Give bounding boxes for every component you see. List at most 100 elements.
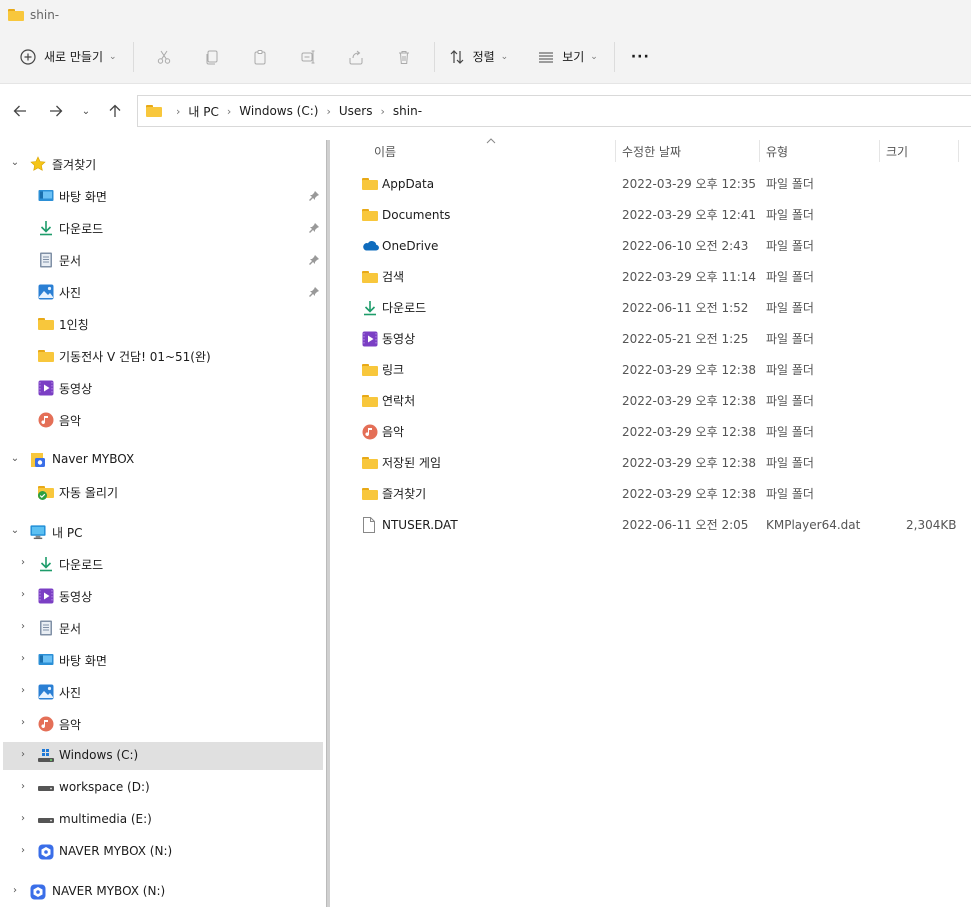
- sidebar-item-1inching[interactable]: 1인칭: [0, 310, 323, 338]
- delete-button[interactable]: [380, 41, 428, 73]
- table-row[interactable]: 연락처 2022-03-29 오후 12:38 파일 폴더: [340, 385, 971, 416]
- breadcrumb-shin[interactable]: shin-: [393, 104, 422, 118]
- sidebar-item-pc-videos[interactable]: › 동영상: [0, 582, 323, 610]
- chevron-right-icon[interactable]: ›: [16, 557, 30, 568]
- table-row[interactable]: Documents 2022-03-29 오후 12:41 파일 폴더: [340, 199, 971, 230]
- view-button[interactable]: 보기 ⌄: [530, 41, 606, 73]
- file-type: 파일 폴더: [766, 208, 814, 222]
- table-row[interactable]: 링크 2022-03-29 오후 12:38 파일 폴더: [340, 354, 971, 385]
- chevron-right-icon[interactable]: ›: [16, 845, 30, 856]
- chevron-down-icon[interactable]: ⌄: [8, 453, 22, 464]
- column-header-label: 이름: [374, 144, 397, 159]
- file-type: 파일 폴더: [766, 177, 814, 191]
- sidebar-item-workspace-d[interactable]: › workspace (D:): [0, 774, 323, 802]
- column-divider[interactable]: [759, 140, 760, 162]
- sidebar-item-auto-upload[interactable]: 자동 올리기: [0, 478, 323, 506]
- sidebar-item-quick-access[interactable]: ⌄ 즐겨찾기: [0, 150, 323, 178]
- new-button[interactable]: 새로 만들기 ⌄: [12, 41, 125, 73]
- chevron-right-icon[interactable]: ›: [16, 653, 30, 664]
- sidebar-item-documents[interactable]: 문서: [0, 246, 323, 274]
- folder-icon: [38, 316, 54, 332]
- sidebar-item-pc-music[interactable]: › 음악: [0, 710, 323, 738]
- sidebar-item-music[interactable]: 음악: [0, 406, 323, 434]
- sidebar-item-gundam[interactable]: 기동전사 V 건담! 01~51(완): [0, 342, 323, 370]
- chevron-right-icon[interactable]: ›: [16, 589, 30, 600]
- chevron-down-icon: ⌄: [81, 105, 91, 117]
- sidebar-item-multimedia-e[interactable]: › multimedia (E:): [0, 806, 323, 834]
- sidebar-item-mybox-n[interactable]: › NAVER MYBOX (N:): [0, 838, 323, 866]
- table-row[interactable]: 다운로드 2022-06-11 오전 1:52 파일 폴더: [340, 292, 971, 323]
- sidebar-item-pc-pictures[interactable]: › 사진: [0, 678, 323, 706]
- table-row[interactable]: 저장된 게임 2022-03-29 오후 12:38 파일 폴더: [340, 447, 971, 478]
- file-date: 2022-03-29 오후 11:14: [622, 270, 757, 284]
- desktop-icon: [38, 188, 54, 204]
- up-button[interactable]: [99, 95, 131, 127]
- sort-button[interactable]: 정렬 ⌄: [441, 41, 517, 73]
- forward-button[interactable]: [40, 95, 72, 127]
- chevron-right-icon[interactable]: ›: [16, 685, 30, 696]
- chevron-right-icon[interactable]: ›: [16, 749, 30, 760]
- chevron-down-icon: ⌄: [109, 51, 117, 62]
- file-type: 파일 폴더: [766, 456, 814, 470]
- chevron-down-icon[interactable]: ⌄: [8, 157, 22, 168]
- recent-locations-button[interactable]: ⌄: [70, 95, 102, 127]
- share-button[interactable]: [332, 41, 380, 73]
- column-divider[interactable]: [958, 140, 959, 162]
- breadcrumb-this-pc[interactable]: 내 PC: [188, 103, 218, 120]
- sidebar-item-videos[interactable]: 동영상: [0, 374, 323, 402]
- sidebar-item-downloads[interactable]: 다운로드: [0, 214, 323, 242]
- file-name: 즐겨찾기: [382, 487, 427, 501]
- sidebar-item-label: 동영상: [59, 590, 93, 604]
- column-header-type[interactable]: 유형: [766, 138, 876, 164]
- paste-button[interactable]: [236, 41, 284, 73]
- chevron-right-icon[interactable]: ›: [16, 813, 30, 824]
- sidebar-item-windows-c[interactable]: › Windows (C:): [3, 742, 323, 770]
- file-date: 2022-03-29 오후 12:38: [622, 394, 757, 408]
- table-row[interactable]: 검색 2022-03-29 오후 11:14 파일 폴더: [340, 261, 971, 292]
- sidebar-item-naver-mybox[interactable]: ⌄ Naver MYBOX: [0, 446, 323, 474]
- table-row[interactable]: 음악 2022-03-29 오후 12:38 파일 폴더: [340, 416, 971, 447]
- table-row[interactable]: AppData 2022-03-29 오후 12:35 파일 폴더: [340, 168, 971, 199]
- file-date: 2022-03-29 오후 12:38: [622, 456, 757, 470]
- file-type: KMPlayer64.dat: [766, 517, 861, 532]
- toolbar-divider: [433, 41, 435, 72]
- pane-splitter[interactable]: [326, 140, 330, 907]
- chevron-right-icon[interactable]: ›: [16, 621, 30, 632]
- more-options-button[interactable]: ···: [621, 41, 660, 73]
- column-divider[interactable]: [615, 140, 616, 162]
- table-row[interactable]: OneDrive 2022-06-10 오전 2:43 파일 폴더: [340, 230, 971, 261]
- file-date: 2022-06-10 오전 2:43: [622, 239, 749, 253]
- cut-button[interactable]: [140, 41, 188, 73]
- address-bar[interactable]: › 내 PC › Windows (C:) › Users › shin-: [137, 95, 971, 127]
- rename-button[interactable]: [284, 41, 332, 73]
- sidebar-item-desktop[interactable]: 바탕 화면: [0, 182, 323, 210]
- copy-button[interactable]: [188, 41, 236, 73]
- back-button[interactable]: [4, 95, 36, 127]
- table-row[interactable]: NTUSER.DAT 2022-06-11 오전 2:05 KMPlayer64…: [340, 509, 971, 540]
- column-header-size[interactable]: 크기: [886, 138, 958, 164]
- download-icon: [38, 556, 54, 572]
- column-divider[interactable]: [879, 140, 880, 162]
- sidebar-item-this-pc[interactable]: ⌄ 내 PC: [0, 518, 323, 546]
- sidebar-item-pictures[interactable]: 사진: [0, 278, 323, 306]
- chevron-right-icon[interactable]: ›: [8, 885, 22, 896]
- table-row[interactable]: 동영상 2022-05-21 오전 1:25 파일 폴더: [340, 323, 971, 354]
- view-icon: [539, 51, 554, 63]
- breadcrumb-windows-c[interactable]: Windows (C:): [239, 104, 318, 118]
- sidebar-item-pc-documents[interactable]: › 문서: [0, 614, 323, 642]
- column-header-date[interactable]: 수정한 날짜: [622, 138, 760, 164]
- file-date: 2022-03-29 오후 12:38: [622, 487, 757, 501]
- sidebar-item-pc-desktop[interactable]: › 바탕 화면: [0, 646, 323, 674]
- chevron-right-icon[interactable]: ›: [16, 781, 30, 792]
- chevron-right-icon[interactable]: ›: [16, 717, 30, 728]
- chevron-down-icon[interactable]: ⌄: [8, 525, 22, 536]
- sidebar-item-naver-mybox-n[interactable]: › NAVER MYBOX (N:): [0, 878, 323, 906]
- sidebar-item-pc-downloads[interactable]: › 다운로드: [0, 550, 323, 578]
- download-icon: [362, 292, 380, 323]
- navigation-bar: ⌄ › 내 PC › Windows (C:) › Users › shin-: [0, 84, 971, 138]
- sidebar-item-label: multimedia (E:): [59, 812, 152, 826]
- breadcrumb-users[interactable]: Users: [339, 104, 373, 118]
- table-row[interactable]: 즐겨찾기 2022-03-29 오후 12:38 파일 폴더: [340, 478, 971, 509]
- cloud-icon: [362, 230, 380, 261]
- file-date: 2022-05-21 오전 1:25: [622, 332, 749, 346]
